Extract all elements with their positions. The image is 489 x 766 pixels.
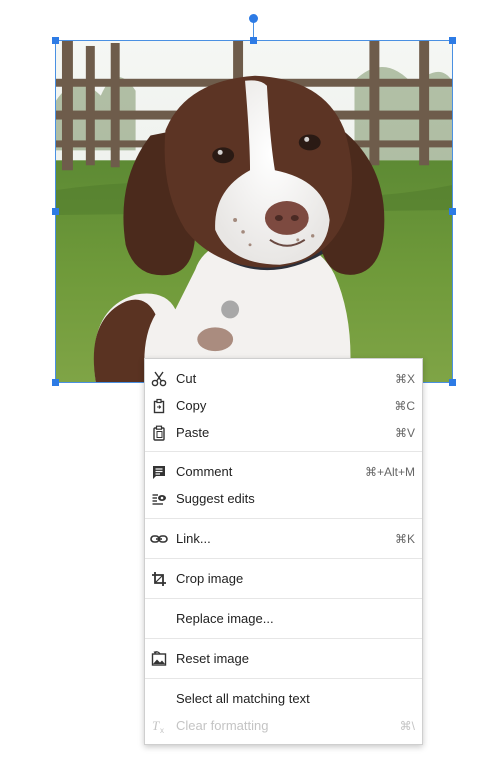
clear-formatting-icon: T x — [150, 717, 168, 735]
resize-handle-top[interactable] — [250, 37, 257, 44]
menu-separator — [145, 558, 422, 559]
shortcut-paste: ⌘V — [394, 426, 415, 440]
menu-separator — [145, 598, 422, 599]
menu-label-replace-image: Replace image... — [176, 611, 274, 626]
comment-icon — [150, 463, 168, 481]
menu-item-comment[interactable]: Comment ⌘+Alt+M — [145, 460, 422, 484]
menu-label-cut: Cut — [176, 371, 197, 386]
context-menu: Cut ⌘X Copy ⌘C Paste ⌘V Comment ⌘+Alt+M … — [144, 358, 423, 745]
menu-item-cut[interactable]: Cut ⌘X — [145, 367, 422, 391]
menu-item-clear-formatting: T x Clear formatting ⌘\ — [145, 714, 422, 738]
shortcut-cut: ⌘X — [394, 372, 415, 386]
menu-separator — [145, 451, 422, 452]
menu-item-suggest-edits[interactable]: Suggest edits — [145, 487, 422, 511]
menu-item-paste[interactable]: Paste ⌘V — [145, 421, 422, 445]
menu-item-link[interactable]: Link... ⌘K — [145, 527, 422, 551]
menu-label-reset-image: Reset image — [176, 651, 249, 666]
menu-item-crop-image[interactable]: Crop image — [145, 567, 422, 591]
spaniel-puppy-photo — [56, 41, 452, 382]
menu-item-select-matching-text[interactable]: Select all matching text — [145, 687, 422, 711]
menu-separator — [145, 518, 422, 519]
menu-label-copy: Copy — [176, 398, 207, 413]
menu-separator — [145, 678, 422, 679]
menu-item-reset-image[interactable]: Reset image — [145, 647, 422, 671]
menu-label-clear-formatting: Clear formatting — [176, 718, 269, 733]
resize-handle-top-left[interactable] — [52, 37, 59, 44]
menu-label-suggest-edits: Suggest edits — [176, 491, 255, 506]
resize-handle-top-right[interactable] — [449, 37, 456, 44]
menu-label-link: Link... — [176, 531, 211, 546]
resize-handle-bottom-right[interactable] — [449, 379, 456, 386]
svg-text:T: T — [152, 718, 160, 733]
crop-icon — [150, 570, 168, 588]
selected-image[interactable] — [55, 40, 453, 383]
suggest-edits-icon — [150, 490, 168, 508]
shortcut-copy: ⌘C — [394, 399, 415, 413]
menu-label-crop-image: Crop image — [176, 571, 244, 586]
resize-handle-left[interactable] — [52, 208, 59, 215]
shortcut-link: ⌘K — [394, 532, 415, 546]
copy-icon — [150, 397, 168, 415]
menu-item-replace-image[interactable]: Replace image... — [145, 607, 422, 631]
scissors-icon — [150, 370, 168, 388]
menu-item-copy[interactable]: Copy ⌘C — [145, 394, 422, 418]
clipboard-icon — [150, 424, 168, 442]
svg-text:x: x — [160, 726, 164, 734]
link-icon — [150, 530, 168, 548]
resize-handle-right[interactable] — [449, 208, 456, 215]
menu-label-paste: Paste — [176, 425, 210, 440]
shortcut-comment: ⌘+Alt+M — [364, 465, 415, 479]
rotate-handle[interactable] — [249, 14, 258, 23]
resize-handle-bottom-left[interactable] — [52, 379, 59, 386]
menu-label-select-matching-text: Select all matching text — [176, 691, 310, 706]
shortcut-clear-formatting: ⌘\ — [399, 719, 415, 733]
menu-label-comment: Comment — [176, 464, 233, 479]
menu-separator — [145, 638, 422, 639]
reset-image-icon — [150, 650, 168, 668]
